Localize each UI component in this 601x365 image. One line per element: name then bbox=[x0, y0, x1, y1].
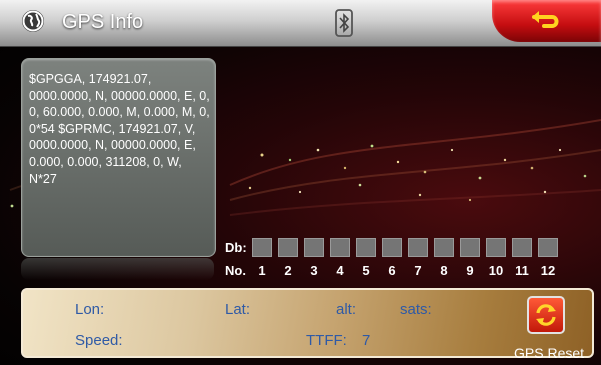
speed-label: Speed: bbox=[75, 332, 123, 349]
satellite-number: 9 bbox=[466, 263, 474, 278]
ttff-value: 7 bbox=[362, 332, 371, 349]
gps-reset-button[interactable] bbox=[527, 296, 565, 334]
nmea-panel: $GPGGA, 174921.07, 0000.0000, N, 00000.0… bbox=[21, 58, 216, 257]
satellite-number: 10 bbox=[488, 263, 504, 278]
gps-reset-label[interactable]: GPS Reset bbox=[514, 345, 584, 361]
back-arrow-icon bbox=[532, 11, 559, 28]
signal-bar bbox=[538, 238, 558, 257]
title-bar: GPS Info bbox=[0, 0, 601, 47]
back-button[interactable] bbox=[492, 0, 601, 42]
lon-label: Lon: bbox=[75, 301, 105, 318]
signal-bar bbox=[512, 238, 532, 257]
satellite-number: 8 bbox=[440, 263, 448, 278]
signal-bar bbox=[356, 238, 376, 257]
satellite-number: 11 bbox=[515, 263, 529, 278]
globe-icon bbox=[22, 10, 44, 32]
nmea-sentences: $GPGGA, 174921.07, 0000.0000, N, 00000.0… bbox=[29, 72, 210, 186]
signal-bar bbox=[304, 238, 324, 257]
alt-label: alt: bbox=[336, 301, 357, 318]
gps-info-screen: GPS Info $GPGGA, 174921.07, 0000.0000, N… bbox=[0, 0, 601, 365]
signal-bar bbox=[382, 238, 402, 257]
no-label: No. bbox=[225, 263, 246, 278]
satellite-number: 5 bbox=[362, 263, 370, 278]
satellite-number: 2 bbox=[284, 263, 292, 278]
signal-bar bbox=[330, 238, 350, 257]
satellite-number: 4 bbox=[336, 263, 344, 278]
db-label: Db: bbox=[225, 240, 247, 255]
satellite-number: 3 bbox=[310, 263, 318, 278]
signal-bar bbox=[252, 238, 272, 257]
lat-label: Lat: bbox=[225, 301, 251, 318]
page-title: GPS Info bbox=[62, 11, 144, 33]
signal-bar bbox=[434, 238, 454, 257]
sats-label: sats: bbox=[400, 301, 432, 318]
ttff-label: TTFF: bbox=[306, 332, 347, 349]
signal-bar bbox=[408, 238, 428, 257]
signal-bar bbox=[278, 238, 298, 257]
satellite-number: 1 bbox=[258, 263, 266, 278]
signal-bar bbox=[460, 238, 480, 257]
refresh-icon bbox=[536, 304, 556, 326]
satellite-number: 12 bbox=[540, 263, 556, 278]
satellite-number: 7 bbox=[414, 263, 422, 278]
bluetooth-phone-icon bbox=[334, 9, 354, 37]
signal-bar bbox=[486, 238, 506, 257]
satellite-number: 6 bbox=[388, 263, 396, 278]
nmea-panel-reflection bbox=[21, 258, 214, 280]
